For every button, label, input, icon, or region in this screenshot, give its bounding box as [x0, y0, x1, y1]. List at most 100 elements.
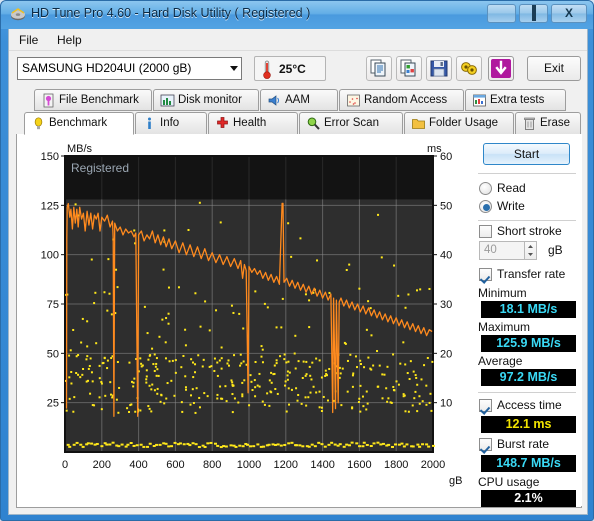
maximize-button[interactable]: [519, 4, 548, 23]
cpu-usage-label: CPU usage: [478, 475, 540, 489]
chart-canvas: MB/s ms gB Registered2550751001251501020…: [17, 134, 472, 506]
start-button[interactable]: Start: [483, 143, 570, 165]
divider-3: [478, 392, 576, 393]
copy-image-icon: [400, 59, 416, 77]
svg-text:60: 60: [440, 151, 452, 163]
access-time-value: 12.1 ms: [481, 416, 576, 433]
short-stroke-checkbox: [479, 225, 492, 238]
disk-monitor-icon: [160, 94, 175, 107]
folder-icon: [412, 119, 425, 129]
tab-disk-monitor-label: Disk monitor: [178, 94, 242, 106]
menu-file-label: File: [19, 33, 39, 47]
tab-health-label: Health: [233, 117, 267, 129]
menu-bar: File Help: [9, 29, 587, 51]
svg-text:1200: 1200: [274, 459, 298, 471]
tab-folder-usage[interactable]: Folder Usage: [404, 112, 514, 135]
burst-rate-value: 148.7 MB/s: [481, 455, 576, 472]
svg-text:Registered: Registered: [71, 161, 129, 175]
svg-text:10: 10: [440, 398, 452, 410]
chart-ylabel: MB/s: [67, 143, 93, 155]
magnifier-icon: [307, 117, 320, 130]
info-icon: [148, 117, 151, 129]
download-button[interactable]: [488, 56, 514, 81]
burst-rate-checkbox: [479, 438, 492, 451]
svg-text:800: 800: [203, 459, 221, 471]
tab-file-benchmark[interactable]: File Benchmark: [34, 89, 152, 111]
settings-button[interactable]: [456, 56, 482, 81]
svg-text:1400: 1400: [310, 459, 334, 471]
benchmark-panel: MB/s ms gB Registered 25 50 75 100 125 150 10 20…: [16, 134, 582, 508]
app-window: HD Tune Pro 4.60 - Hard Disk Utility ( R…: [0, 0, 594, 521]
svg-text:600: 600: [166, 459, 184, 471]
cpu-usage-value: 2.1%: [481, 490, 576, 507]
svg-text:75: 75: [47, 299, 59, 311]
minimum-label: Minimum: [478, 286, 527, 300]
random-access-icon: [347, 94, 360, 107]
transfer-rate-label: Transfer rate: [497, 267, 566, 281]
health-cross-icon: [217, 117, 228, 128]
menu-item-file[interactable]: File: [13, 32, 44, 48]
hdtune-app-icon: [11, 8, 25, 21]
title-bar: HD Tune Pro 4.60 - Hard Disk Utility ( R…: [1, 1, 593, 29]
tab-benchmark[interactable]: Benchmark: [24, 112, 134, 135]
copy-button[interactable]: [366, 56, 392, 81]
short-stroke-unit: gB: [548, 243, 563, 257]
svg-text:20: 20: [440, 348, 452, 360]
divider-1: [478, 173, 576, 174]
status-bar: [16, 508, 582, 514]
tab-extra-tests-label: Extra tests: [490, 94, 545, 106]
tab-random-access[interactable]: Random Access: [339, 89, 464, 111]
client-area: File Help SAMSUNG HD204UI (2000 gB) 25°C: [8, 29, 588, 515]
divider-2: [478, 220, 576, 221]
maximum-label: Maximum: [478, 320, 531, 334]
radio-write-dot: [479, 200, 492, 213]
download-icon: [491, 59, 511, 78]
copy-icon: [370, 59, 386, 77]
copy-image-button[interactable]: [396, 56, 422, 81]
close-button[interactable]: X: [551, 4, 587, 23]
maximize-icon: [531, 5, 536, 21]
short-stroke-stepper[interactable]: [524, 241, 537, 260]
tab-folder-usage-label: Folder Usage: [429, 117, 499, 129]
transfer-rate-checkbox: [479, 268, 492, 281]
tab-aam-label: AAM: [285, 94, 310, 106]
maximum-value: 125.9 MB/s: [481, 335, 576, 352]
short-stroke-label: Short stroke: [497, 224, 562, 238]
control-panel: Start Read Write Short stroke 40 gB Tran…: [472, 134, 582, 507]
access-time-checkbox: [479, 399, 492, 412]
minimize-button[interactable]: [487, 4, 516, 23]
average-value: 97.2 MB/s: [481, 369, 576, 386]
menu-help-label: Help: [57, 33, 82, 47]
tab-info-label: Info: [160, 117, 180, 129]
tab-error-scan-label: Error Scan: [324, 117, 379, 129]
radio-write-label: Write: [497, 199, 525, 213]
tab-info[interactable]: Info: [135, 112, 207, 135]
temperature-value: 25°C: [279, 62, 306, 76]
tab-random-access-label: Random Access: [364, 94, 448, 106]
access-time-label: Access time: [497, 398, 562, 412]
benchmark-chart: MB/s ms gB Registered 25 50 75 100 125 150 10 20…: [17, 134, 472, 506]
svg-text:1000: 1000: [237, 459, 261, 471]
exit-button[interactable]: Exit: [527, 56, 581, 81]
tab-error-scan[interactable]: Error Scan: [299, 112, 403, 135]
tab-aam[interactable]: AAM: [260, 89, 338, 111]
save-button[interactable]: [426, 56, 452, 81]
svg-text:400: 400: [129, 459, 147, 471]
tab-disk-monitor[interactable]: Disk monitor: [153, 89, 259, 111]
tab-erase[interactable]: Erase: [515, 112, 581, 135]
svg-text:125: 125: [41, 200, 59, 212]
svg-text:50: 50: [440, 200, 452, 212]
minimum-value: 18.1 MB/s: [481, 301, 576, 318]
svg-text:50: 50: [47, 348, 59, 360]
tab-health[interactable]: Health: [208, 112, 298, 135]
chevron-down-icon: [230, 66, 238, 71]
tab-extra-tests[interactable]: Extra tests: [465, 89, 566, 111]
svg-text:25: 25: [47, 398, 59, 410]
stepper-arrows-icon: [528, 245, 533, 256]
chart-xlabel: gB: [449, 475, 462, 487]
menu-item-help[interactable]: Help: [51, 32, 88, 48]
drive-select[interactable]: SAMSUNG HD204UI (2000 gB): [17, 57, 242, 80]
svg-text:200: 200: [93, 459, 111, 471]
tab-benchmark-label: Benchmark: [49, 117, 108, 129]
tab-file-benchmark-label: File Benchmark: [59, 94, 139, 106]
